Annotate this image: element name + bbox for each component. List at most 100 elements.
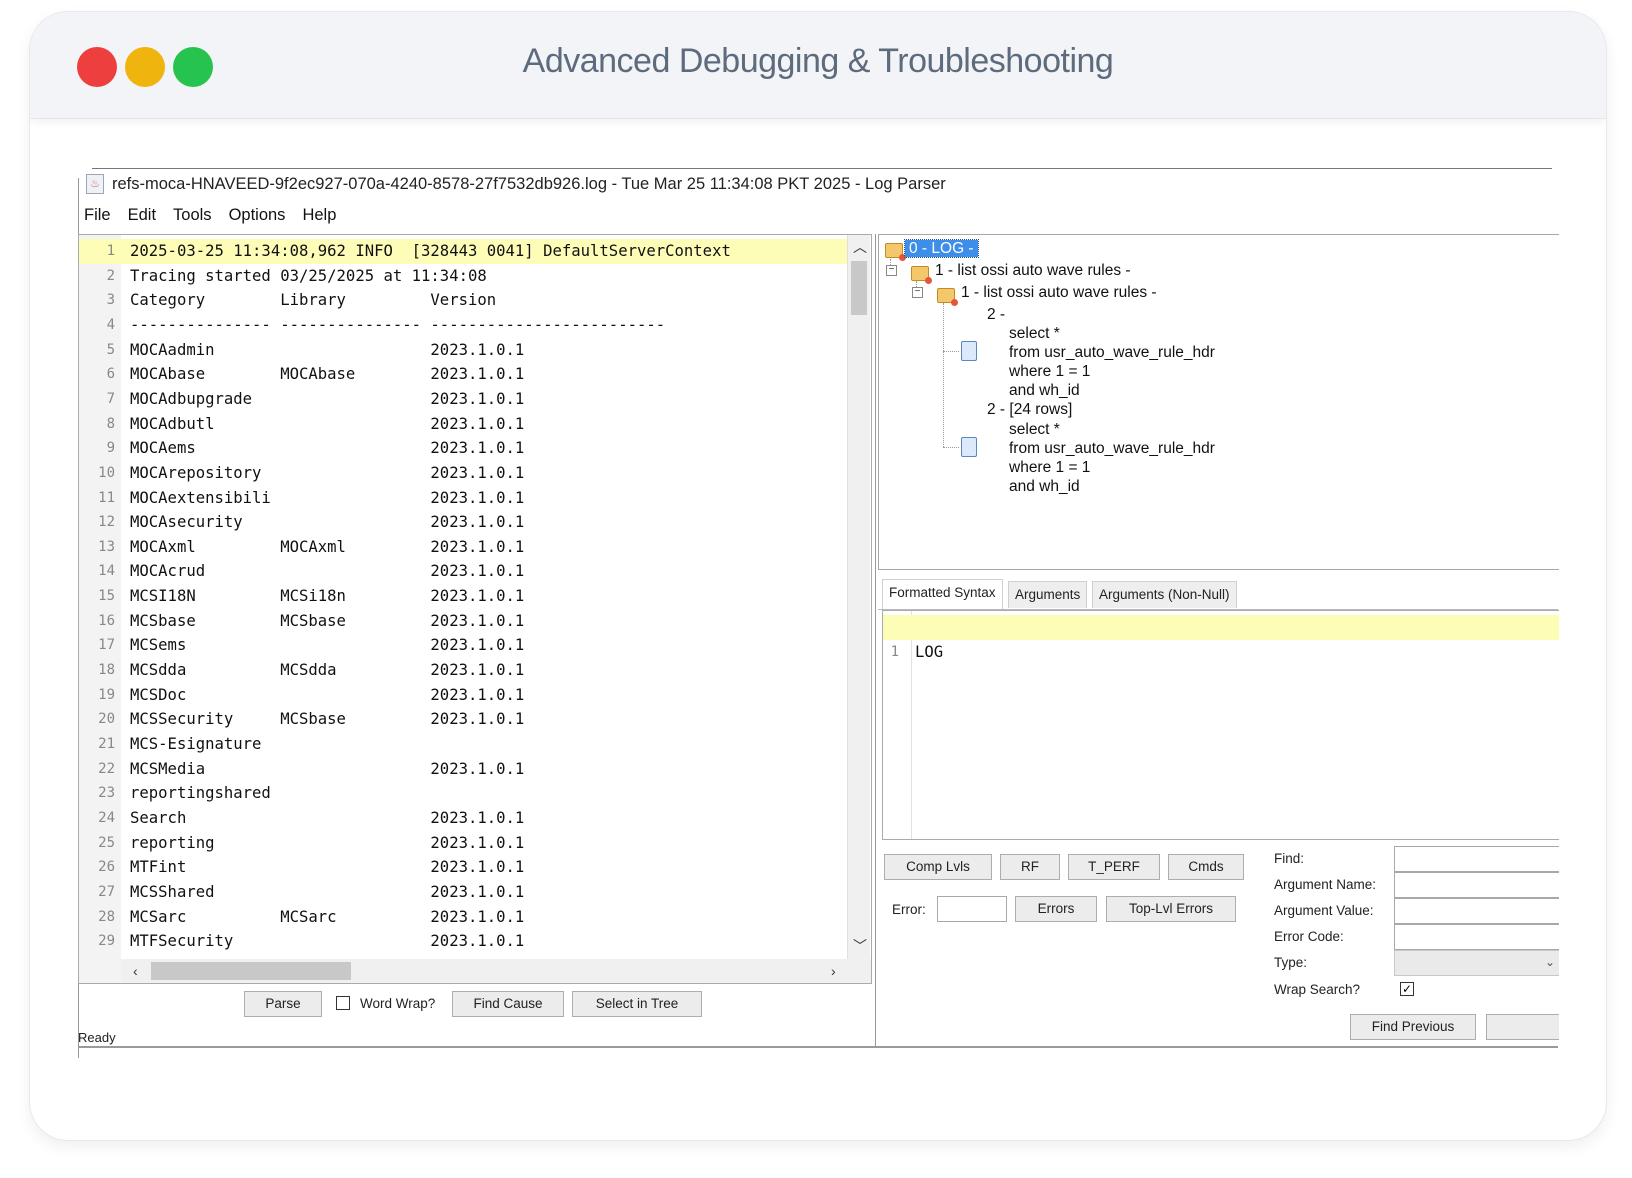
tree-line bbox=[943, 351, 959, 352]
argument-name-input[interactable] bbox=[1394, 872, 1559, 898]
sql-document-icon bbox=[961, 341, 977, 361]
line-text: MCSbase MCSbase 2023.1.0.1 bbox=[130, 611, 525, 630]
find-next-button[interactable] bbox=[1486, 1014, 1559, 1040]
line-number: 22 bbox=[98, 760, 115, 777]
log-folder-icon bbox=[885, 243, 906, 261]
vertical-scroll-thumb[interactable] bbox=[851, 261, 867, 315]
error-code-input[interactable] bbox=[1394, 924, 1559, 950]
error-code-label: Error Code: bbox=[1274, 929, 1344, 944]
syntax-line-text: LOG bbox=[915, 642, 944, 661]
line-number: 26 bbox=[98, 859, 115, 876]
log-tree[interactable]: 0 - LOG - − 1 - list ossi auto wave rule… bbox=[878, 234, 1559, 570]
tab-arguments[interactable]: Arguments bbox=[1008, 581, 1088, 608]
log-line: 22 MCSMedia 2023.1.0.1 bbox=[79, 757, 847, 782]
line-text: reportingshared bbox=[130, 784, 271, 803]
log-line: 10 MOCArepository 2023.1.0.1 bbox=[79, 461, 847, 486]
line-text: MCSarc MCSarc 2023.1.0.1 bbox=[130, 907, 525, 926]
tree-node-2-rows-label[interactable]: 2 - [24 rows] bbox=[987, 400, 1072, 420]
log-line: 20 MCSSecurity MCSbase 2023.1.0.1 bbox=[79, 707, 847, 732]
line-text: MOCAadmin 2023.1.0.1 bbox=[130, 340, 525, 359]
cmds-button[interactable]: Cmds bbox=[1168, 854, 1244, 880]
split-pane-divider[interactable] bbox=[875, 234, 876, 1048]
tab-arguments-non-null[interactable]: Arguments (Non-Null) bbox=[1092, 581, 1237, 608]
line-number: 25 bbox=[98, 834, 115, 851]
line-text: MOCAbase MOCAbase 2023.1.0.1 bbox=[130, 365, 525, 384]
log-text-editor[interactable]: 1 2025-03-25 11:34:08,962 INFO [328443 00… bbox=[78, 234, 872, 984]
log-line: 12 MOCAsecurity 2023.1.0.1 bbox=[79, 510, 847, 535]
top-lvl-errors-button[interactable]: Top-Lvl Errors bbox=[1106, 896, 1236, 922]
error-input[interactable] bbox=[937, 896, 1007, 922]
line-number: 28 bbox=[98, 908, 115, 925]
sql-line: select * bbox=[1009, 421, 1060, 438]
detail-tabs: Formatted Syntax Arguments Arguments (No… bbox=[878, 575, 1558, 610]
type-select[interactable]: ⌄ bbox=[1394, 950, 1559, 976]
log-line: 6 MOCAbase MOCAbase 2023.1.0.1 bbox=[79, 362, 847, 387]
sql-line: where 1 = 1 bbox=[1009, 363, 1091, 380]
log-line: 2 Tracing started 03/25/2025 at 11:34:08 bbox=[79, 264, 847, 289]
tree-node-2-label[interactable]: 2 - bbox=[987, 305, 1005, 325]
t-perf-button[interactable]: T_PERF bbox=[1068, 854, 1160, 880]
tree-node-root[interactable]: 0 - LOG - bbox=[904, 239, 979, 259]
line-text: MTFint 2023.1.0.1 bbox=[130, 858, 525, 877]
sql-line: and wh_id bbox=[1009, 382, 1080, 399]
line-text: Tracing started 03/25/2025 at 11:34:08 bbox=[130, 266, 487, 285]
line-text: 2025-03-25 11:34:08,962 INFO [328443 004… bbox=[130, 242, 731, 260]
errors-button[interactable]: Errors bbox=[1015, 896, 1097, 922]
vertical-scrollbar[interactable]: ︿ ﹀ bbox=[847, 235, 870, 959]
error-label: Error: bbox=[892, 902, 926, 917]
menu-tools[interactable]: Tools bbox=[173, 206, 212, 228]
horizontal-scrollbar[interactable]: ‹ › bbox=[121, 959, 871, 983]
formatted-syntax-editor[interactable]: 1 LOG bbox=[882, 610, 1559, 840]
log-line: 19 MCSDoc 2023.1.0.1 bbox=[79, 683, 847, 708]
collapse-toggle-icon[interactable]: − bbox=[912, 287, 923, 298]
parse-button[interactable]: Parse bbox=[244, 991, 322, 1017]
collapse-toggle-icon[interactable]: − bbox=[886, 265, 897, 276]
log-line: 26 MTFint 2023.1.0.1 bbox=[79, 855, 847, 880]
line-text: MCSDoc 2023.1.0.1 bbox=[130, 685, 525, 704]
scroll-up-arrow-icon[interactable]: ︿ bbox=[853, 240, 867, 254]
menu-edit[interactable]: Edit bbox=[128, 206, 156, 228]
log-line: 28 MCSarc MCSarc 2023.1.0.1 bbox=[79, 905, 847, 930]
argument-value-input[interactable] bbox=[1394, 898, 1559, 924]
window-top-border bbox=[92, 168, 1552, 169]
scroll-right-arrow-icon[interactable]: › bbox=[831, 964, 836, 978]
line-text: MOCAsecurity 2023.1.0.1 bbox=[130, 513, 525, 532]
syntax-line: 1 LOG bbox=[883, 615, 1559, 661]
line-number: 29 bbox=[98, 933, 115, 950]
horizontal-scroll-thumb[interactable] bbox=[151, 962, 351, 980]
log-line: 21 MCS-Esignature bbox=[79, 732, 847, 757]
line-text: Search 2023.1.0.1 bbox=[130, 808, 525, 827]
scroll-left-arrow-icon[interactable]: ‹ bbox=[133, 964, 138, 978]
find-input[interactable] bbox=[1394, 846, 1559, 872]
line-number: 19 bbox=[98, 686, 115, 703]
line-text: MCSI18N MCSi18n 2023.1.0.1 bbox=[130, 587, 525, 606]
menu-bar: File Edit Tools Options Help bbox=[84, 206, 353, 228]
find-previous-button[interactable]: Find Previous bbox=[1350, 1014, 1476, 1040]
tree-node-1-child[interactable]: 1 - list ossi auto wave rules - bbox=[961, 283, 1157, 303]
log-line: 7 MOCAdbupgrade 2023.1.0.1 bbox=[79, 387, 847, 412]
scroll-down-arrow-icon[interactable]: ﹀ bbox=[853, 939, 867, 953]
log-line: 24 Search 2023.1.0.1 bbox=[79, 806, 847, 831]
line-number: 24 bbox=[98, 809, 115, 826]
tab-formatted-syntax[interactable]: Formatted Syntax bbox=[882, 579, 1003, 609]
menu-file[interactable]: File bbox=[84, 206, 111, 228]
command-folder-icon bbox=[937, 288, 958, 306]
line-number: 2 bbox=[106, 267, 115, 284]
tree-node-1[interactable]: 1 - list ossi auto wave rules - bbox=[935, 261, 1131, 281]
log-line: 8 MOCAdbutl 2023.1.0.1 bbox=[79, 412, 847, 437]
comp-lvls-button[interactable]: Comp Lvls bbox=[884, 854, 992, 880]
rf-button[interactable]: RF bbox=[1000, 854, 1060, 880]
type-label: Type: bbox=[1274, 955, 1308, 970]
log-line: 25 reporting 2023.1.0.1 bbox=[79, 831, 847, 856]
find-cause-button[interactable]: Find Cause bbox=[452, 991, 564, 1017]
select-in-tree-button[interactable]: Select in Tree bbox=[572, 991, 702, 1017]
log-line: 4 --------------- --------------- -------… bbox=[79, 313, 847, 338]
menu-help[interactable]: Help bbox=[302, 206, 336, 228]
window-title: refs-moca-HNAVEED-9f2ec927-070a-4240-857… bbox=[112, 174, 946, 193]
line-number: 17 bbox=[98, 637, 115, 654]
log-line: 1 2025-03-25 11:34:08,962 INFO [328443 00… bbox=[79, 239, 847, 264]
wrap-search-checkbox[interactable]: ✓ bbox=[1400, 982, 1414, 996]
line-number: 11 bbox=[98, 489, 115, 506]
word-wrap-checkbox[interactable] bbox=[336, 996, 350, 1010]
menu-options[interactable]: Options bbox=[229, 206, 286, 228]
